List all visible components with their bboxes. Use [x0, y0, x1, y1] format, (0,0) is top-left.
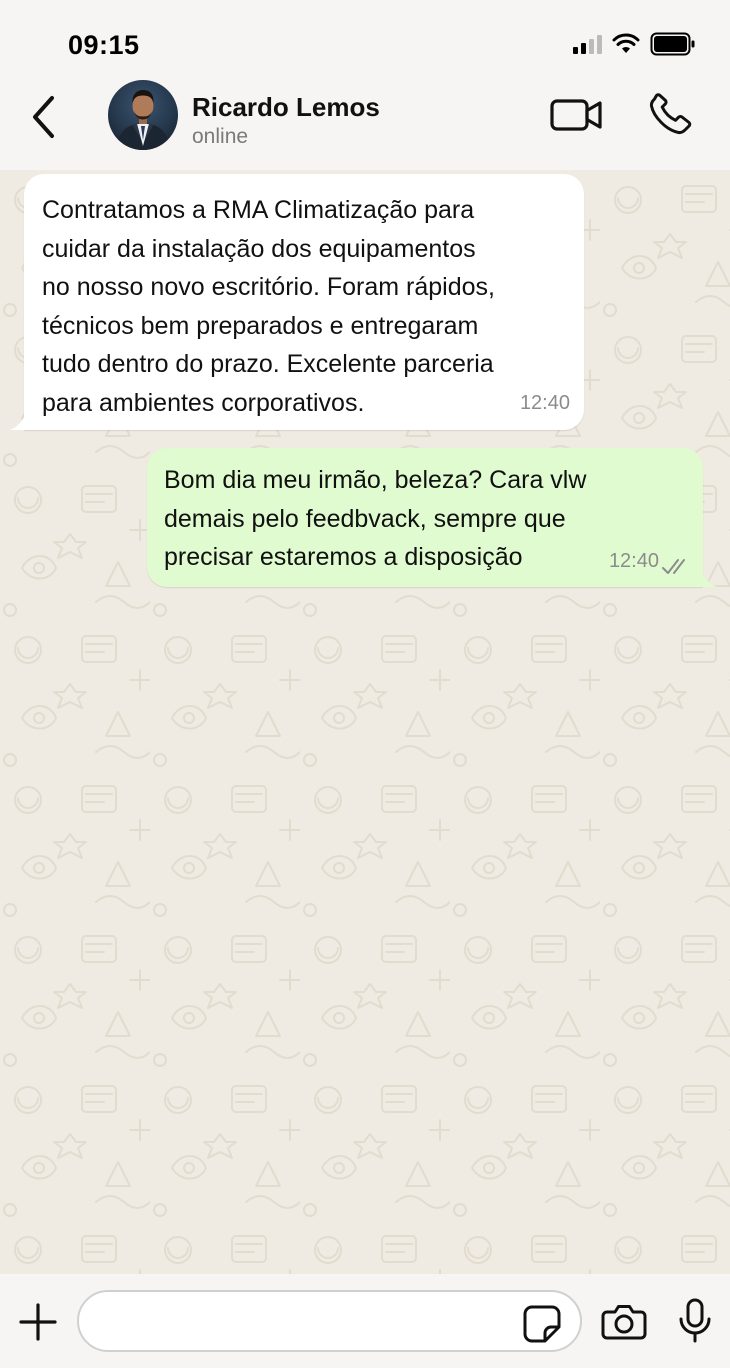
- attach-button[interactable]: [18, 1302, 58, 1342]
- input-bar: [0, 1274, 730, 1368]
- voice-call-button[interactable]: [646, 92, 694, 138]
- camera-icon: [601, 1305, 647, 1340]
- bubble-tail: [701, 571, 717, 587]
- avatar[interactable]: [108, 80, 178, 150]
- message-bubble-outgoing[interactable]: Bom dia meu irmão, beleza? Cara vlw dema…: [147, 448, 717, 587]
- chat-header: Ricardo Lemos online: [0, 78, 730, 170]
- message-text-line: demais pelo feedbvack, sempre que: [164, 504, 566, 533]
- contact-name[interactable]: Ricardo Lemos: [192, 92, 380, 123]
- message-text-line: cuidar da instalação dos equipamentos: [42, 234, 476, 263]
- message-text-line: Bom dia meu irmão, beleza? Cara vlw: [164, 466, 587, 494]
- message-time: 12:40: [608, 549, 659, 572]
- message-text-line: técnicos bem preparados e entregaram: [42, 311, 479, 340]
- video-camera-icon: [550, 99, 602, 131]
- sticker-button[interactable]: [522, 1304, 562, 1344]
- message-bubble-incoming[interactable]: Contratamos a RMA Climatização para cuid…: [10, 174, 584, 430]
- message-time: 12:40: [519, 391, 570, 414]
- contact-status: online: [192, 125, 249, 148]
- signal-icon: [573, 34, 602, 54]
- status-time: 09:15: [68, 30, 140, 60]
- message-text-line: tudo dentro do prazo. Excelente parceria: [42, 350, 494, 378]
- phone-icon: [649, 93, 692, 135]
- camera-button[interactable]: [601, 1302, 647, 1342]
- voice-record-button[interactable]: [676, 1298, 714, 1344]
- message-input[interactable]: [77, 1290, 582, 1352]
- message-text-line: para ambientes corporativos.: [42, 388, 365, 417]
- chevron-left-icon: [33, 96, 54, 138]
- person-photo-icon: [116, 90, 170, 150]
- message-text-line: no nosso novo escritório. Foram rápidos,: [42, 273, 495, 301]
- wifi-icon: [612, 33, 640, 53]
- microphone-icon: [679, 1298, 711, 1343]
- chat-area[interactable]: Contratamos a RMA Climatização para cuid…: [0, 170, 730, 1274]
- double-check-icon: [662, 559, 685, 574]
- back-button[interactable]: [24, 92, 64, 142]
- status-icons: [573, 32, 696, 56]
- status-bar: 09:15: [0, 0, 730, 78]
- battery-icon: [650, 32, 695, 56]
- sticker-icon: [523, 1305, 561, 1343]
- bubble-tail: [10, 414, 26, 430]
- plus-icon: [19, 1303, 57, 1341]
- video-call-button[interactable]: [548, 92, 606, 138]
- message-text-line: Contratamos a RMA Climatização para: [42, 196, 475, 224]
